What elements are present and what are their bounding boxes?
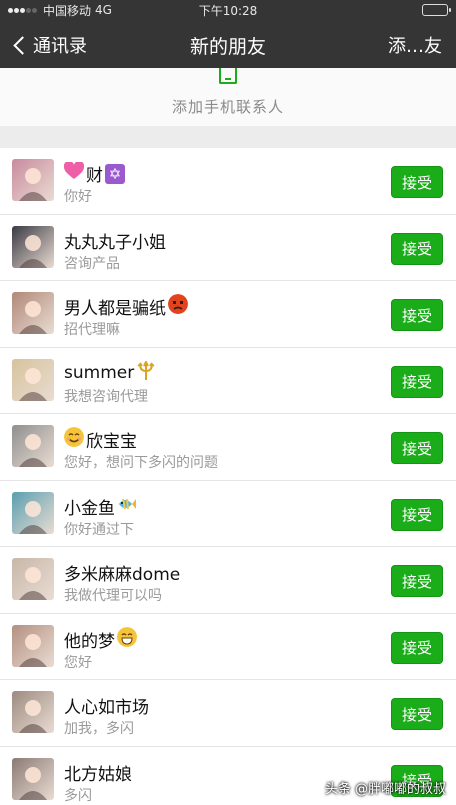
request-name: summer: [64, 359, 156, 386]
friend-request-row[interactable]: summer 我想咨询代理 接受: [0, 348, 456, 414]
nav-bar: 通讯录 新的朋友 添…友: [0, 20, 456, 68]
request-name: 他的梦: [64, 626, 137, 652]
request-name-text: 人心如市场: [64, 698, 149, 718]
accept-button[interactable]: 接受: [391, 166, 443, 198]
request-name-text: 欣宝宝: [86, 432, 137, 452]
accept-button[interactable]: 接受: [391, 698, 443, 730]
accept-button[interactable]: 接受: [391, 631, 443, 664]
avatar[interactable]: [12, 757, 54, 800]
request-name-text: 男人都是骗纸: [64, 299, 166, 319]
request-message: 多闪: [64, 787, 92, 804]
tropical-fish-icon: [117, 494, 137, 519]
request-name: 多米麻麻dome: [64, 560, 180, 585]
avatar[interactable]: [12, 691, 54, 733]
request-name-text: 他的梦: [64, 631, 115, 652]
accept-button[interactable]: 接受: [391, 365, 443, 398]
top-bar: 中国移动 4G 下午10:28 通讯录 新的朋友 添…友: [0, 0, 456, 68]
friend-request-row[interactable]: 多米麻麻dome 我做代理可以吗 接受: [0, 547, 456, 614]
avatar[interactable]: [12, 425, 54, 467]
carrier-label: 中国移动: [43, 3, 92, 18]
accept-button[interactable]: 接受: [391, 565, 443, 597]
request-name: 北方姑娘: [64, 760, 132, 785]
watermark: 头条 @胖嘟嘟的叔叔: [324, 782, 446, 797]
friend-request-row[interactable]: 人心如市场加我，多闪 接受: [0, 680, 456, 747]
request-message: 招代理嘛: [64, 322, 120, 338]
request-message: 你好: [64, 189, 92, 205]
grinning-face-icon: [117, 626, 137, 652]
signal-icon: [8, 7, 37, 13]
add-friend-button[interactable]: 添…友: [388, 32, 442, 58]
network-type: 4G: [95, 3, 112, 17]
accept-button[interactable]: 接受: [391, 232, 443, 265]
avatar[interactable]: [12, 491, 54, 534]
pink-heart-icon: [63, 160, 85, 185]
request-name-text: 财: [86, 166, 103, 186]
request-message: 您好，想问下多闪的问题: [64, 455, 218, 471]
request-name: 人心如市场: [64, 693, 149, 718]
avatar[interactable]: [12, 358, 54, 401]
request-message: 加我，多闪: [64, 721, 134, 737]
accept-button[interactable]: 接受: [391, 432, 443, 464]
avatar[interactable]: [12, 558, 54, 600]
friend-request-row[interactable]: 欣宝宝您好，想问下多闪的问题 接受: [0, 414, 456, 481]
avatar[interactable]: [12, 292, 54, 334]
avatar[interactable]: [12, 225, 54, 268]
battery-icon: [422, 4, 451, 16]
avatar[interactable]: [12, 624, 54, 667]
friend-request-row[interactable]: 小金鱼你好通过下 接受: [0, 481, 456, 547]
request-name: 男人都是骗纸: [64, 294, 188, 319]
request-message: 咨询产品: [64, 255, 120, 272]
request-message: 我做代理可以吗: [64, 588, 162, 604]
avatar[interactable]: [12, 159, 54, 201]
add-phone-contacts-label: 添加手机联系人: [171, 98, 284, 116]
request-name-text: summer: [64, 363, 135, 383]
friend-request-row[interactable]: 丸丸丸子小姐咨询产品 接受: [0, 215, 456, 281]
request-name-text: 丸丸丸子小姐: [64, 232, 166, 253]
accept-button[interactable]: 接受: [391, 498, 443, 531]
request-message: 我想咨询代理: [64, 388, 148, 405]
smiling-face-icon: [64, 427, 84, 452]
request-name-text: 小金鱼: [64, 498, 115, 519]
request-name: 财 ✡: [63, 160, 125, 186]
friend-request-row[interactable]: 财 ✡ 你好 接受: [0, 148, 456, 215]
friend-request-row[interactable]: 他的梦您好 接受: [0, 614, 456, 680]
request-name: 丸丸丸子小姐: [64, 228, 166, 253]
angry-face-icon: [168, 294, 188, 319]
request-message: 你好通过下: [64, 521, 134, 538]
status-bar: 中国移动 4G 下午10:28: [0, 0, 456, 20]
trident-icon: [136, 359, 156, 386]
request-name-text: 多米麻麻dome: [64, 565, 181, 585]
star-of-david-icon: ✡: [105, 163, 125, 184]
request-name: 小金鱼: [64, 494, 137, 519]
friend-request-list: 财 ✡ 你好 接受 丸丸丸子小姐 咨询产品 接受 男人都是骗纸 招代理嘛 接受 summer 我想咨询…: [0, 148, 456, 805]
friend-request-row[interactable]: 男人都是骗纸招代理嘛 接受: [0, 281, 456, 348]
add-phone-contacts-entry[interactable]: 添加手机联系人: [0, 68, 456, 126]
accept-button[interactable]: 接受: [391, 299, 443, 331]
phone-icon: [219, 68, 237, 84]
request-name: 欣宝宝: [64, 427, 137, 452]
request-name-text: 北方姑娘: [64, 764, 132, 785]
request-message: 您好: [64, 654, 92, 671]
